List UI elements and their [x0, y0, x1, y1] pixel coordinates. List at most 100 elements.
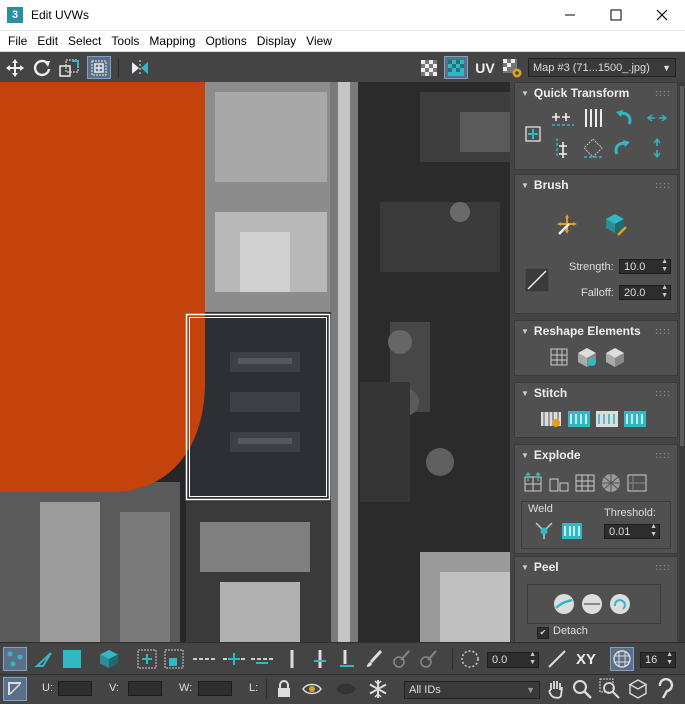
explode-header[interactable]: ▼ Explode :::: — [515, 445, 677, 465]
spinner-arrows-icon[interactable]: ▲ ▼ — [661, 258, 668, 274]
quick-transform-header[interactable]: ▼ Quick Transform :::: — [515, 83, 677, 103]
map-dropdown[interactable]: Map #3 (71...1500_.jpg) ▼ — [528, 58, 676, 77]
stitch-to-source-button[interactable] — [621, 406, 649, 432]
rotate-angle-spinner[interactable]: 0.0 ▲ ▼ — [487, 651, 539, 668]
uv-editor-viewport[interactable] — [0, 82, 510, 642]
paint-grow-button[interactable] — [390, 647, 414, 671]
freeform-tool-button[interactable] — [87, 56, 111, 79]
falloff-spinner[interactable]: 20.0 ▲ ▼ — [619, 284, 671, 300]
map-display-button[interactable] — [444, 56, 468, 79]
space-vertical-button[interactable] — [643, 135, 671, 161]
relax-until-flat-button[interactable] — [573, 344, 601, 370]
detach-checkbox[interactable]: ✔ — [537, 627, 549, 639]
spinner-arrows-icon[interactable]: ▲ ▼ — [666, 651, 673, 667]
quick-peel-button[interactable] — [550, 591, 578, 617]
reset-peel-button[interactable] — [606, 591, 634, 617]
loop-shrink-button[interactable] — [250, 647, 274, 671]
menu-display[interactable]: Display — [252, 31, 301, 51]
align-vertical-button[interactable] — [579, 105, 607, 131]
vertex-mode-button[interactable] — [3, 647, 27, 671]
scale-tool-button[interactable] — [57, 56, 81, 79]
threshold-spinner[interactable]: 0.01 ▲ ▼ — [604, 523, 660, 539]
brush-curve-button[interactable] — [523, 267, 551, 293]
stitch-to-target-button[interactable] — [565, 406, 593, 432]
zoom-region-button[interactable] — [598, 677, 622, 701]
paint-shrink-button[interactable] — [417, 647, 441, 671]
strength-spinner[interactable]: 10.0 ▲ ▼ — [619, 258, 671, 274]
w-field[interactable] — [198, 681, 232, 696]
menu-tools[interactable]: Tools — [106, 31, 144, 51]
stitch-average-button[interactable] — [593, 406, 621, 432]
peel-mode-button[interactable] — [578, 591, 606, 617]
straighten-selection-button[interactable] — [545, 344, 573, 370]
stitch-header[interactable]: ▼ Stitch :::: — [515, 383, 677, 403]
paint-select-button[interactable] — [362, 647, 386, 671]
menu-view[interactable]: View — [301, 31, 337, 51]
menu-edit[interactable]: Edit — [32, 31, 63, 51]
pan-button[interactable] — [544, 677, 568, 701]
maximize-button[interactable] — [593, 0, 639, 30]
rotate-ccw-button[interactable] — [609, 105, 637, 131]
help-button[interactable] — [654, 677, 678, 701]
freeze-button[interactable] — [366, 677, 390, 701]
lock-selection-button[interactable] — [272, 677, 296, 701]
panel-scroll-thumb[interactable] — [680, 86, 684, 446]
loop-select-button[interactable] — [192, 647, 216, 671]
flatten-button[interactable] — [597, 470, 625, 496]
ring-shrink-button[interactable] — [335, 647, 359, 671]
flatten-by-smoothing-button[interactable] — [545, 470, 573, 496]
grid-snap-button[interactable] — [610, 647, 634, 671]
polygon-mode-button[interactable] — [60, 647, 84, 671]
edge-mode-button[interactable] — [32, 647, 56, 671]
zoom-extents-button[interactable] — [626, 677, 650, 701]
relax-brush-button[interactable] — [601, 211, 629, 237]
reshape-header[interactable]: ▼ Reshape Elements :::: — [515, 321, 677, 341]
straighten-button[interactable] — [579, 135, 607, 161]
weld-selected-button[interactable] — [530, 518, 558, 544]
menu-file[interactable]: File — [3, 31, 32, 51]
menu-mapping[interactable]: Mapping — [144, 31, 200, 51]
peel-header[interactable]: ▼ Peel :::: — [515, 557, 677, 577]
weld-target-button[interactable] — [558, 518, 586, 544]
zoom-button[interactable] — [570, 677, 594, 701]
uv-mode-button[interactable]: UV — [472, 56, 498, 79]
rotate-tool-button[interactable] — [30, 56, 54, 79]
move-tool-button[interactable] — [3, 56, 27, 79]
paint-move-button[interactable] — [553, 211, 581, 237]
align-horizontal-button[interactable] — [549, 105, 577, 131]
space-horizontal-button[interactable] — [643, 105, 671, 131]
xy-toggle-button[interactable]: XY — [572, 647, 600, 671]
material-ids-dropdown[interactable]: All IDs ▼ — [404, 681, 540, 699]
spinner-arrows-icon[interactable]: ▲ ▼ — [529, 651, 536, 667]
sketch-tool-button[interactable] — [545, 647, 569, 671]
checker-toggle-button[interactable] — [417, 56, 441, 79]
stitch-custom-button[interactable] — [537, 406, 565, 432]
flatten-by-material-button[interactable] — [571, 470, 599, 496]
align-to-edge-button[interactable] — [549, 135, 577, 161]
spinner-arrows-icon[interactable]: ▲ ▼ — [661, 284, 668, 300]
ring-select-button[interactable] — [280, 647, 304, 671]
menu-select[interactable]: Select — [63, 31, 106, 51]
flatten-by-polygon-button[interactable] — [519, 470, 547, 496]
minimize-button[interactable] — [547, 0, 593, 30]
break-button[interactable] — [623, 470, 651, 496]
close-button[interactable] — [639, 0, 685, 30]
shrink-selection-button[interactable] — [162, 647, 186, 671]
grow-selection-button[interactable] — [135, 647, 159, 671]
v-field[interactable] — [128, 681, 162, 696]
spinner-arrows-icon[interactable]: ▲ ▼ — [650, 523, 657, 539]
rotate-snap-button[interactable] — [458, 647, 482, 671]
u-field[interactable] — [58, 681, 92, 696]
loop-grow-button[interactable] — [222, 647, 246, 671]
hide-show-button[interactable] — [300, 677, 324, 701]
relax-settings-button[interactable] — [601, 344, 629, 370]
map-options-button[interactable] — [500, 56, 524, 79]
element-mode-button[interactable] — [97, 647, 121, 671]
rotate-cw-button[interactable] — [609, 135, 637, 161]
brush-header[interactable]: ▼ Brush :::: — [515, 175, 677, 195]
menu-options[interactable]: Options — [200, 31, 251, 51]
ring-grow-button[interactable] — [308, 647, 332, 671]
absolute-offset-button[interactable] — [3, 677, 27, 701]
mirror-tool-button[interactable] — [128, 56, 152, 79]
set-pivot-button[interactable] — [519, 121, 547, 147]
